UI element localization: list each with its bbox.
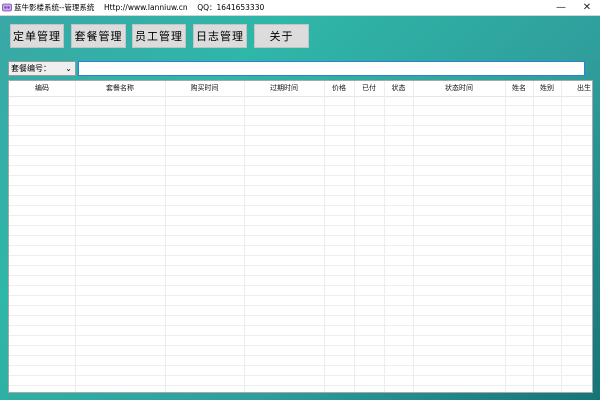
table-row[interactable] [9, 106, 592, 116]
table-row[interactable] [9, 156, 592, 166]
app-window: 蓝牛影楼系统--管理系统 Http://www.lanniuw.cn QQ：16… [0, 0, 600, 400]
column-header-expire-time[interactable]: 过期时间 [244, 81, 324, 96]
table-row[interactable] [9, 96, 592, 106]
filter-selected-value: 套餐编号： [11, 64, 51, 73]
package-management-button[interactable]: 套餐管理 [71, 24, 126, 48]
search-input[interactable] [78, 61, 585, 76]
table-row[interactable] [9, 266, 592, 276]
table-row[interactable] [9, 376, 592, 386]
column-header-status[interactable]: 状态 [384, 81, 413, 96]
table-row[interactable] [9, 186, 592, 196]
table-row[interactable] [9, 356, 592, 366]
column-header-code[interactable]: 编码 [9, 81, 75, 96]
table-row[interactable] [9, 296, 592, 306]
log-management-button[interactable]: 日志管理 [193, 24, 247, 48]
table-row[interactable] [9, 276, 592, 286]
table-row[interactable] [9, 346, 592, 356]
table-row[interactable] [9, 246, 592, 256]
table-row[interactable] [9, 306, 592, 316]
column-header-gender[interactable]: 姓别 [533, 81, 561, 96]
table-row[interactable] [9, 366, 592, 376]
table-row[interactable] [9, 126, 592, 136]
table-row[interactable] [9, 146, 592, 156]
window-title: 蓝牛影楼系统--管理系统 Http://www.lanniuw.cn QQ：16… [14, 2, 264, 13]
close-button[interactable]: ✕ [574, 0, 600, 15]
column-header-purchase-time[interactable]: 购买时间 [165, 81, 244, 96]
order-management-button[interactable]: 定单管理 [10, 24, 64, 48]
table-row[interactable] [9, 236, 592, 246]
table-row[interactable] [9, 196, 592, 206]
table-row[interactable] [9, 386, 592, 392]
table-row[interactable] [9, 166, 592, 176]
filter-field-select[interactable]: 套餐编号： ⌄ [8, 61, 76, 76]
table-row[interactable] [9, 176, 592, 186]
table-row[interactable] [9, 256, 592, 266]
app-logo-icon [2, 2, 12, 12]
table-row[interactable] [9, 206, 592, 216]
close-icon: ✕ [582, 2, 592, 13]
table-row[interactable] [9, 116, 592, 126]
website-text: Http://www.lanniuw.cn [103, 3, 188, 12]
column-header-price[interactable]: 价格 [324, 81, 354, 96]
table-row[interactable] [9, 336, 592, 346]
minimize-button[interactable]: — [548, 0, 574, 15]
table-row[interactable] [9, 326, 592, 336]
chevron-down-icon: ⌄ [65, 64, 72, 73]
minimize-icon: — [556, 2, 566, 13]
app-title: 蓝牛影楼系统--管理系统 [14, 3, 95, 12]
column-header-status-time[interactable]: 状态时间 [413, 81, 505, 96]
qq-text: QQ：1641653330 [197, 3, 265, 12]
table-row[interactable] [9, 286, 592, 296]
column-header-package-name[interactable]: 套餐名称 [75, 81, 165, 96]
staff-management-button[interactable]: 员工管理 [132, 24, 186, 48]
table-row[interactable] [9, 216, 592, 226]
package-table[interactable]: 编码 套餐名称 购买时间 过期时间 价格 已付 状态 状态时间 姓名 姓别 出生 [8, 80, 593, 393]
title-bar: 蓝牛影楼系统--管理系统 Http://www.lanniuw.cn QQ：16… [0, 0, 600, 16]
column-header-name[interactable]: 姓名 [505, 81, 533, 96]
about-button[interactable]: 关于 [254, 24, 309, 48]
table-row[interactable] [9, 136, 592, 146]
table-row[interactable] [9, 316, 592, 326]
table-row[interactable] [9, 226, 592, 236]
column-header-paid[interactable]: 已付 [354, 81, 384, 96]
column-header-birth[interactable]: 出生 [561, 81, 592, 96]
